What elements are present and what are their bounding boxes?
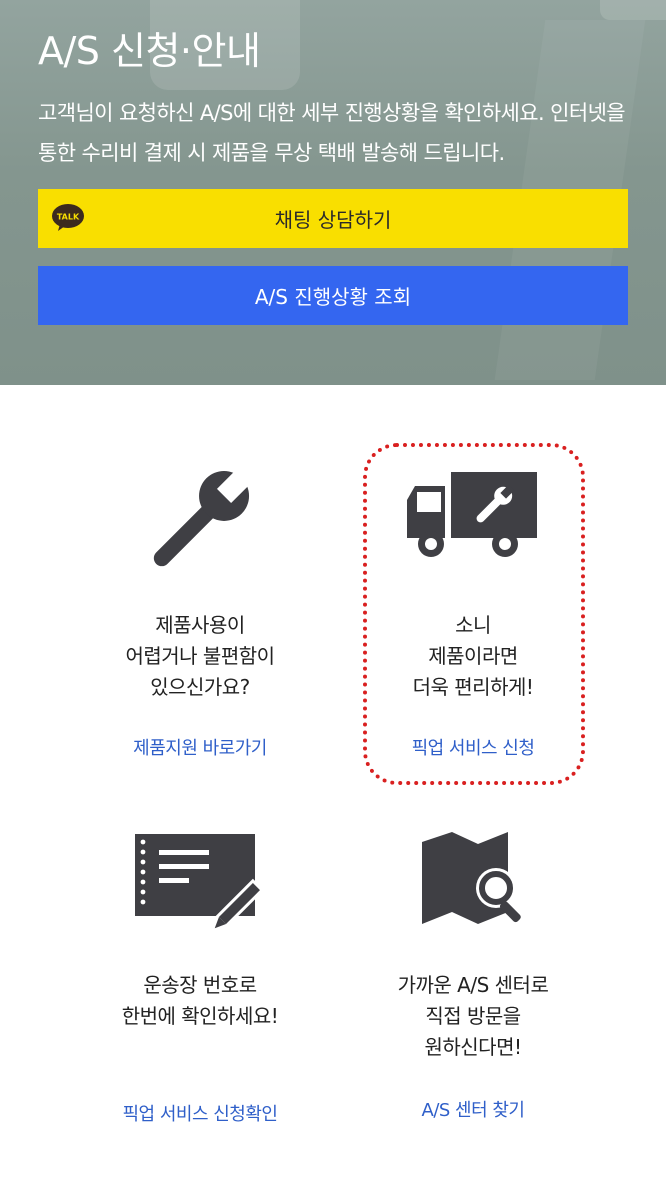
page-description: 고객님이 요청하신 A/S에 대한 세부 진행상황을 확인하세요. 인터넷을 통… bbox=[38, 101, 626, 165]
card-service-center: 가까운 A/S 센터로 직접 방문을 원하신다면! A/S 센터 찾기 bbox=[323, 830, 623, 1130]
pickup-service-apply-link[interactable]: 픽업 서비스 신청 bbox=[323, 734, 623, 760]
page-title: A/S 신청·안내 bbox=[38, 29, 261, 73]
service-center-find-link[interactable]: A/S 센터 찾기 bbox=[323, 1096, 623, 1122]
card-text: 제품사용이 어렵거나 불편함이 있으신가요? bbox=[125, 613, 275, 699]
wrench-icon bbox=[50, 470, 350, 570]
as-status-label: A/S 진행상황 조회 bbox=[254, 285, 412, 309]
truck-icon bbox=[323, 470, 623, 560]
kakao-talk-icon: TALK bbox=[52, 204, 84, 231]
card-text: 운송장 번호로 한번에 확인하세요! bbox=[121, 973, 279, 1028]
background-decoration bbox=[600, 0, 666, 20]
card-text: 가까운 A/S 센터로 직접 방문을 원하신다면! bbox=[397, 973, 549, 1059]
map-search-icon bbox=[323, 830, 623, 930]
kakao-talk-badge: TALK bbox=[57, 213, 80, 222]
product-support-link[interactable]: 제품지원 바로가기 bbox=[50, 734, 350, 760]
as-status-button[interactable]: A/S 진행상황 조회 bbox=[38, 266, 628, 325]
card-text: 소니 제품이라면 더욱 편리하게! bbox=[412, 613, 534, 699]
card-pickup-service: 소니 제품이라면 더욱 편리하게! 픽업 서비스 신청 bbox=[323, 470, 623, 770]
pickup-service-confirm-link[interactable]: 픽업 서비스 신청확인 bbox=[50, 1100, 350, 1126]
document-pen-icon bbox=[50, 830, 350, 930]
chat-consult-button[interactable]: TALK 채팅 상담하기 bbox=[38, 189, 628, 248]
chat-consult-label: 채팅 상담하기 bbox=[274, 208, 392, 232]
hero-banner: A/S 신청·안내 고객님이 요청하신 A/S에 대한 세부 진행상황을 확인하… bbox=[0, 0, 666, 385]
card-pickup-confirm: 운송장 번호로 한번에 확인하세요! 픽업 서비스 신청확인 bbox=[50, 830, 350, 1130]
card-product-support: 제품사용이 어렵거나 불편함이 있으신가요? 제품지원 바로가기 bbox=[50, 470, 350, 770]
